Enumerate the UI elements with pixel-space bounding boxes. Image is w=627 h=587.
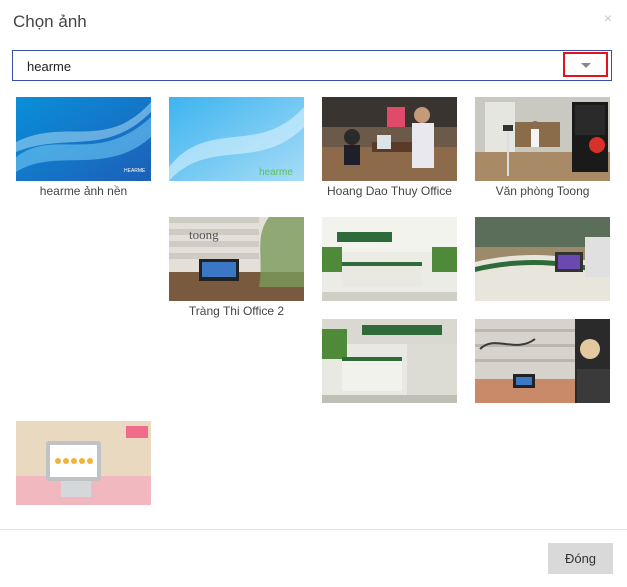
image-thumbnail	[475, 97, 610, 181]
image-tile[interactable]	[475, 319, 610, 406]
image-thumbnail: toong	[169, 217, 304, 301]
svg-text:HEARME: HEARME	[124, 168, 146, 174]
image-tile[interactable]: toong Tràng Thi Office 2	[169, 217, 304, 318]
image-tile[interactable]: Văn phòng Toong	[475, 97, 610, 198]
image-caption: Hoang Dao Thuy Office	[327, 184, 452, 198]
image-tile[interactable]	[16, 421, 151, 508]
image-thumbnail	[322, 319, 457, 403]
image-caption: hearme ảnh nền	[39, 184, 128, 198]
image-caption: Tràng Thi Office 2	[188, 304, 285, 318]
image-thumbnail	[16, 421, 151, 505]
image-picker-dialog: Chọn ảnh × hearme HEARME hearme ảnh nền	[0, 0, 627, 587]
image-tile[interactable]	[322, 217, 457, 304]
image-tile[interactable]: hearme	[169, 97, 304, 184]
svg-text:hearme: hearme	[259, 167, 293, 178]
close-button[interactable]: Đóng	[548, 543, 613, 574]
image-tile[interactable]	[322, 319, 457, 406]
image-thumbnail	[322, 217, 457, 301]
image-thumbnail	[475, 319, 610, 403]
image-thumbnail	[475, 217, 610, 301]
image-thumbnail	[322, 97, 457, 181]
close-icon[interactable]: ×	[600, 10, 616, 26]
album-select[interactable]: hearme	[12, 50, 612, 81]
image-caption: Văn phòng Toong	[495, 184, 590, 198]
album-select-value: hearme	[27, 59, 72, 74]
svg-text:toong: toong	[189, 227, 219, 242]
image-tile[interactable]: HEARME hearme ảnh nền	[16, 97, 151, 198]
image-thumbnail: hearme	[169, 97, 304, 181]
image-tile[interactable]: Hoang Dao Thuy Office	[322, 97, 457, 198]
image-tile[interactable]	[475, 217, 610, 304]
footer-divider	[0, 529, 627, 530]
chevron-down-icon	[581, 63, 591, 68]
album-select-toggle[interactable]	[563, 52, 608, 77]
dialog-title: Chọn ảnh	[13, 12, 87, 31]
image-thumbnail: HEARME	[16, 97, 151, 181]
